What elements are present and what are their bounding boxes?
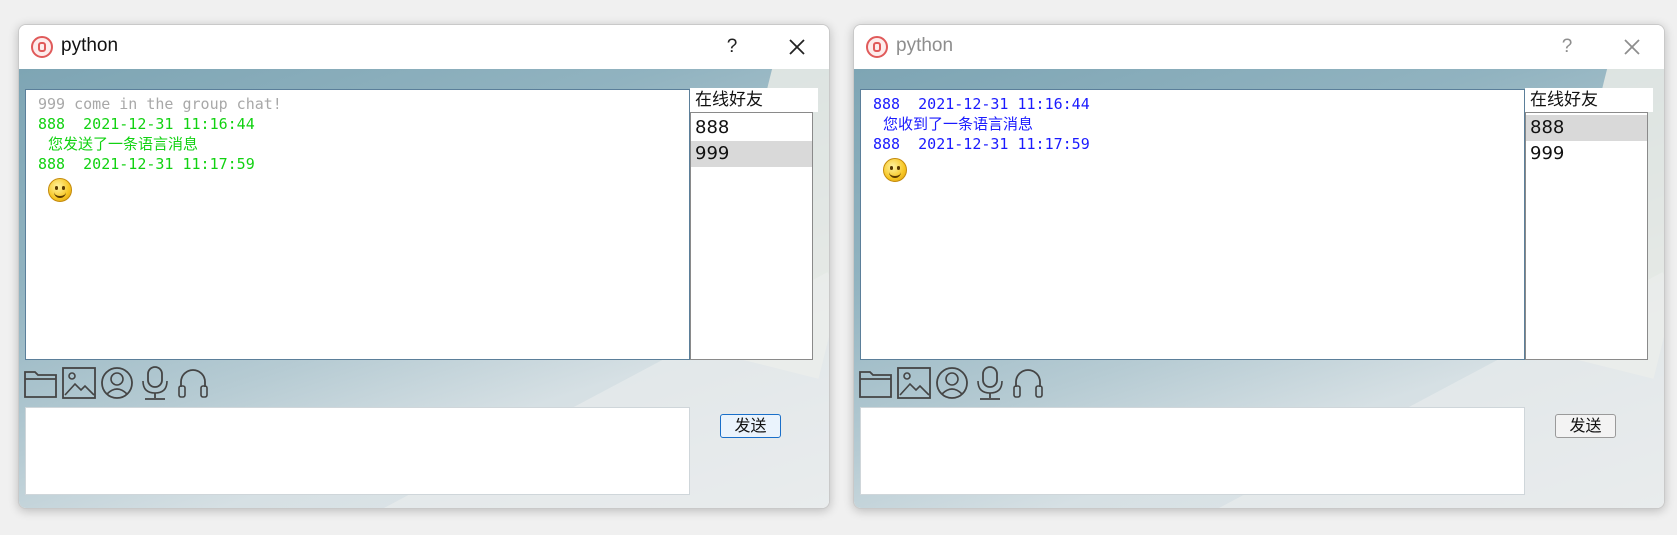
message-header: 888 2021-12-31 11:16:44 bbox=[38, 115, 255, 133]
message-header: 888 2021-12-31 11:16:44 bbox=[873, 95, 1090, 113]
smiley-emoji-icon bbox=[883, 158, 907, 182]
send-button[interactable]: 发送 bbox=[720, 414, 781, 438]
close-button[interactable] bbox=[783, 33, 811, 61]
send-file-button[interactable] bbox=[858, 365, 894, 401]
message-input[interactable] bbox=[860, 407, 1525, 495]
microphone-icon bbox=[977, 366, 1003, 400]
friend-item-999[interactable]: 999 bbox=[691, 141, 812, 167]
send-image-button[interactable] bbox=[61, 365, 97, 401]
voice-message-button[interactable] bbox=[972, 365, 1008, 401]
title-bar[interactable]: python ? bbox=[19, 25, 829, 69]
chat-history[interactable]: 999 come in the group chat! 888 2021-12-… bbox=[25, 89, 690, 360]
video-chat-icon bbox=[936, 367, 968, 399]
headset-icon bbox=[178, 369, 208, 398]
help-button[interactable]: ? bbox=[719, 33, 745, 61]
message-body: 您收到了一条语言消息 bbox=[883, 115, 1034, 133]
system-message: 999 come in the group chat! bbox=[38, 95, 282, 113]
video-chat-button[interactable] bbox=[934, 365, 970, 401]
smiley-emoji-icon bbox=[48, 178, 72, 202]
app-logo-icon bbox=[866, 36, 888, 58]
message-body: 您发送了一条语言消息 bbox=[48, 135, 199, 153]
online-friends-label: 在线好友 bbox=[690, 88, 818, 112]
image-icon bbox=[897, 367, 931, 399]
message-header: 888 2021-12-31 11:17:59 bbox=[38, 155, 255, 173]
folder-icon bbox=[859, 371, 892, 398]
title-bar[interactable]: python ? bbox=[854, 25, 1664, 69]
app-logo-icon bbox=[31, 36, 53, 58]
voice-call-button[interactable] bbox=[175, 365, 211, 401]
headset-icon bbox=[1013, 369, 1043, 398]
video-chat-button[interactable] bbox=[99, 365, 135, 401]
window-client-area: 888 2021-12-31 11:16:44 您收到了一条语言消息 888 2… bbox=[854, 69, 1664, 508]
chat-window-left: python ? 999 come in the group chat! 888… bbox=[18, 24, 830, 509]
close-button[interactable] bbox=[1618, 33, 1646, 61]
message-header: 888 2021-12-31 11:17:59 bbox=[873, 135, 1090, 153]
online-friends-label: 在线好友 bbox=[1525, 88, 1653, 112]
window-title: python bbox=[896, 35, 954, 56]
online-friends-list[interactable]: 888 999 bbox=[690, 112, 813, 360]
message-input[interactable] bbox=[25, 407, 690, 495]
help-button[interactable]: ? bbox=[1554, 33, 1580, 61]
folder-icon bbox=[24, 371, 57, 398]
chat-history[interactable]: 888 2021-12-31 11:16:44 您收到了一条语言消息 888 2… bbox=[860, 89, 1525, 360]
close-icon bbox=[789, 39, 805, 55]
window-client-area: 999 come in the group chat! 888 2021-12-… bbox=[19, 69, 829, 508]
chat-window-right: python ? 888 2021-12-31 11:16:44 您收到了一条语… bbox=[853, 24, 1665, 509]
friend-item-999[interactable]: 999 bbox=[1526, 141, 1647, 167]
send-image-button[interactable] bbox=[896, 365, 932, 401]
friend-item-888[interactable]: 888 bbox=[1526, 115, 1647, 141]
friend-item-888[interactable]: 888 bbox=[691, 115, 812, 141]
send-file-button[interactable] bbox=[23, 365, 59, 401]
voice-message-button[interactable] bbox=[137, 365, 173, 401]
image-icon bbox=[62, 367, 96, 399]
close-icon bbox=[1624, 39, 1640, 55]
voice-call-button[interactable] bbox=[1010, 365, 1046, 401]
window-title: python bbox=[61, 35, 119, 56]
online-friends-list[interactable]: 888 999 bbox=[1525, 112, 1648, 360]
video-chat-icon bbox=[101, 367, 133, 399]
send-button[interactable]: 发送 bbox=[1555, 414, 1616, 438]
microphone-icon bbox=[142, 366, 168, 400]
